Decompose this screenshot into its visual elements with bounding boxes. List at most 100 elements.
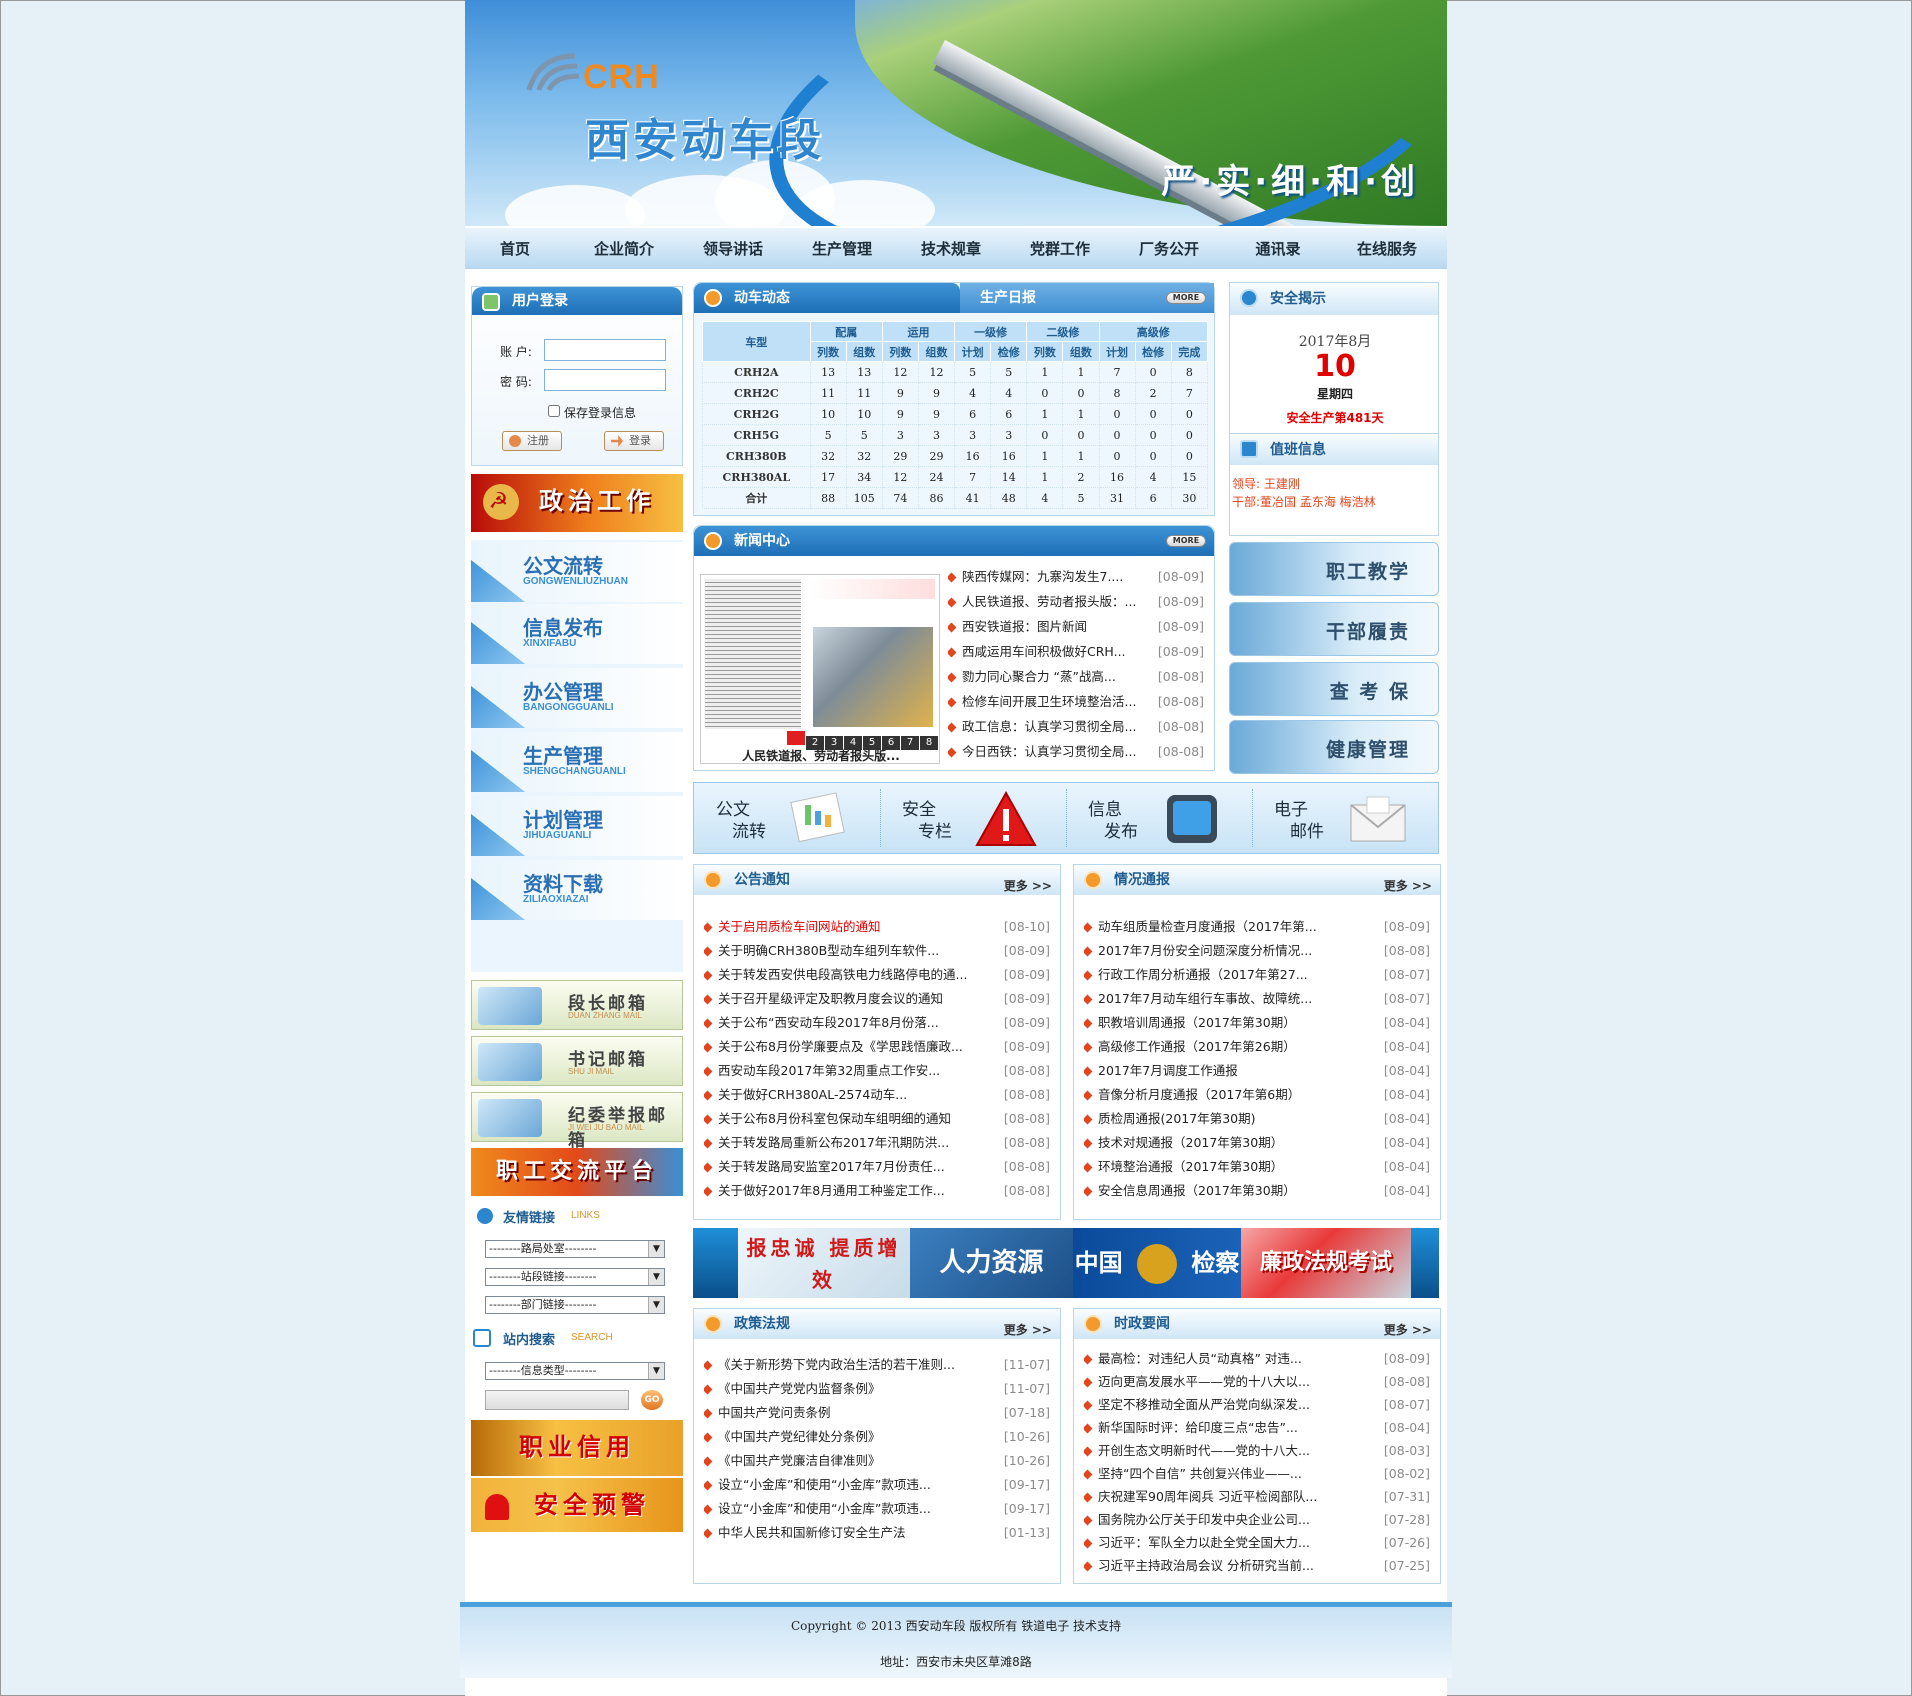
credit-banner[interactable]: 职业信用 xyxy=(471,1420,683,1476)
bureau-links-select[interactable]: --------路局处室-------- ▼ xyxy=(485,1240,665,1258)
list-item[interactable]: 中华人民共和国新修订安全生产法 [01-13] xyxy=(704,1521,1050,1545)
tab-train-dynamics[interactable]: 动车动态 xyxy=(694,283,960,313)
list-item[interactable]: 关于公布8月份科室包保动车组明细的通知 [08-08] xyxy=(704,1107,1050,1131)
nav-home[interactable]: 首页 xyxy=(470,228,560,271)
list-item[interactable]: 习近平：军队全力以赴全党全国大力... [07-26] xyxy=(1084,1531,1430,1554)
department-links-select[interactable]: --------部门链接-------- ▼ xyxy=(485,1296,665,1314)
list-item[interactable]: 关于明确CRH380B型动车组列车软件... [08-09] xyxy=(704,939,1050,963)
list-item[interactable]: 检修车间开展卫生环境整治活... [08-08] xyxy=(948,689,1204,714)
list-item[interactable]: 关于做好CRH380AL-2574动车... [08-08] xyxy=(704,1083,1050,1107)
ad-loyalty[interactable]: 报忠诚 提质增效 xyxy=(738,1228,910,1298)
list-item[interactable]: 关于公布“西安动车段2017年8月份落... [08-09] xyxy=(704,1011,1050,1035)
list-item[interactable]: 人民铁道报、劳动者报头版：... [08-09] xyxy=(948,589,1204,614)
list-item[interactable]: 2017年7月动车组行车事故、故障统... [08-07] xyxy=(1084,987,1430,1011)
list-item[interactable]: 《中国共产党党内监督条例》 [11-07] xyxy=(704,1377,1050,1401)
list-item[interactable]: 坚持“四个自信” 共创复兴伟业——... [08-02] xyxy=(1084,1462,1430,1485)
list-item[interactable]: 庆祝建军90周年阅兵 习近平检阅部队... [07-31] xyxy=(1084,1485,1430,1508)
staff-teaching-tile[interactable]: 职工教学 xyxy=(1229,542,1439,596)
secretary-mailbox[interactable]: 书记邮箱 SHU JI MAIL xyxy=(471,1036,683,1086)
newspaper-photo[interactable]: 2345678 人民铁道报、劳动者报头版... xyxy=(700,574,940,764)
discipline-report-mailbox[interactable]: 纪委举报邮箱 JI WEI JU BAO MAIL xyxy=(471,1092,683,1151)
list-item[interactable]: 高级修工作通报（2017年第26期） [08-04] xyxy=(1084,1035,1430,1059)
list-item[interactable]: 中国共产党问责条例 [07-18] xyxy=(704,1401,1050,1425)
account-input[interactable] xyxy=(544,339,666,361)
sidenav-production-management[interactable]: 生产管理 SHENGCHANGUANLI xyxy=(471,732,683,792)
sidenav-plan-management[interactable]: 计划管理 JIHUAGUANLI xyxy=(471,796,683,856)
search-go-button[interactable]: GO xyxy=(641,1390,663,1410)
list-item[interactable]: 今日西铁：认真学习贯彻全局... [08-08] xyxy=(948,739,1204,764)
sidenav-info-publish[interactable]: 信息发布 XINXIFABU xyxy=(471,604,683,664)
list-item[interactable]: 关于公布8月份学廉要点及《学思践悟廉政... [08-09] xyxy=(704,1035,1050,1059)
list-item[interactable]: 音像分析月度通报（2017年第6期） [08-04] xyxy=(1084,1083,1430,1107)
list-item[interactable]: 习近平主持政治局会议 分析研究当前... [07-25] xyxy=(1084,1554,1430,1577)
nav-directory[interactable]: 通讯录 xyxy=(1233,228,1323,271)
station-links-select[interactable]: --------站段链接-------- ▼ xyxy=(485,1268,665,1286)
info-type-select[interactable]: --------信息类型-------- ▼ xyxy=(485,1362,665,1380)
list-item[interactable]: 职教培训周通报（2017年第30期） [08-04] xyxy=(1084,1011,1430,1035)
sidenav-downloads[interactable]: 资料下载 ZILIAOXIAZAI xyxy=(471,860,683,920)
health-management-tile[interactable]: 健康管理 xyxy=(1229,720,1439,774)
list-item[interactable]: 关于转发路局安监室2017年7月份责任... [08-08] xyxy=(704,1155,1050,1179)
tab-production-daily[interactable]: 生产日报 MORE xyxy=(960,283,1214,313)
list-item[interactable]: 勠力同心聚合力 “蒸”战高... [08-08] xyxy=(948,664,1204,689)
list-item[interactable]: 2017年7月调度工作通报 [08-04] xyxy=(1084,1059,1430,1083)
register-button[interactable]: 注册 xyxy=(502,431,562,451)
list-item[interactable]: 关于转发西安供电段高铁电力线路停电的通... [08-09] xyxy=(704,963,1050,987)
list-item[interactable]: 设立“小金库”和使用“小金库”款项违... [09-17] xyxy=(704,1497,1050,1521)
nav-speeches[interactable]: 领导讲话 xyxy=(688,228,778,271)
pager-active[interactable] xyxy=(787,731,805,745)
news-more-button[interactable]: MORE xyxy=(1166,535,1206,547)
report-more-link[interactable]: 更多 >> xyxy=(1384,871,1432,901)
nav-party[interactable]: 党群工作 xyxy=(1015,228,1105,271)
notice-more-link[interactable]: 更多 >> xyxy=(1004,871,1052,901)
inspection-tile[interactable]: 查 考 保 xyxy=(1229,662,1439,716)
list-item[interactable]: 政工信息：认真学习贯彻全局... [08-08] xyxy=(948,714,1204,739)
sidenav-document-flow[interactable]: 公文流转 GONGWENLIUZHUAN xyxy=(471,542,683,602)
list-item[interactable]: 《中国共产党纪律处分条例》 [10-26] xyxy=(704,1425,1050,1449)
ad-procuratorate[interactable]: 中国 检察 xyxy=(1073,1228,1241,1298)
list-item[interactable]: 环境整治通报（2017年第30期） [08-04] xyxy=(1084,1155,1430,1179)
list-item[interactable]: 关于做好2017年8月通用工种鉴定工作... [08-08] xyxy=(704,1179,1050,1203)
more-button[interactable]: MORE xyxy=(1166,292,1206,304)
list-item[interactable]: 西咸运用车间积极做好CRH... [08-09] xyxy=(948,639,1204,664)
sidenav-office-management[interactable]: 办公管理 BANGONGGUANLI xyxy=(471,668,683,728)
ad-human-resources[interactable]: 人力资源 xyxy=(910,1228,1073,1298)
login-button[interactable]: 登录 xyxy=(604,431,664,451)
list-item[interactable]: 国务院办公厅关于印发中央企业公司... [07-28] xyxy=(1084,1508,1430,1531)
quick-safety-column[interactable]: 安全 专栏 xyxy=(880,783,1065,853)
staff-forum-banner[interactable]: 职工交流平台 xyxy=(471,1148,683,1196)
list-item[interactable]: 坚定不移推动全面从严治党向纵深发... [08-07] xyxy=(1084,1393,1430,1416)
nav-company[interactable]: 企业简介 xyxy=(579,228,669,271)
list-item[interactable]: 西安铁道报：图片新闻 [08-09] xyxy=(948,614,1204,639)
list-item[interactable]: 安全信息周通报（2017年第30期） [08-04] xyxy=(1084,1179,1430,1203)
list-item[interactable]: 《关于新形势下党内政治生活的若干准则... [11-07] xyxy=(704,1353,1050,1377)
quick-email[interactable]: 电子 邮件 xyxy=(1252,783,1437,853)
list-item[interactable]: 西安动车段2017年第32周重点工作安... [08-08] xyxy=(704,1059,1050,1083)
nav-tech-rules[interactable]: 技术规章 xyxy=(906,228,996,271)
list-item[interactable]: 质检周通报(2017年第30期) [08-04] xyxy=(1084,1107,1430,1131)
safety-warning-banner[interactable]: 安全预警 xyxy=(471,1478,683,1532)
list-item[interactable]: 动车组质量检查月度通报（2017年第... [08-09] xyxy=(1084,915,1430,939)
nav-affairs[interactable]: 厂务公开 xyxy=(1124,228,1214,271)
list-item[interactable]: 《中国共产党廉洁自律准则》 [10-26] xyxy=(704,1449,1050,1473)
list-item[interactable]: 关于召开星级评定及职教月度会议的通知 [08-09] xyxy=(704,987,1050,1011)
remember-checkbox[interactable] xyxy=(548,405,560,417)
politics-banner[interactable]: ☭ 政治工作 xyxy=(471,474,683,532)
list-item[interactable]: 2017年7月份安全问题深度分析情况... [08-08] xyxy=(1084,939,1430,963)
list-item[interactable]: 最高检：对违纪人员“动真格” 对违... [08-09] xyxy=(1084,1347,1430,1370)
politics-more-link[interactable]: 更多 >> xyxy=(1384,1315,1432,1345)
list-item[interactable]: 关于转发路局重新公布2017年汛期防洪... [08-08] xyxy=(704,1131,1050,1155)
quick-info-publish[interactable]: 信息 发布 xyxy=(1066,783,1251,853)
list-item[interactable]: 关于启用质检车间网站的通知 [08-10] xyxy=(704,915,1050,939)
nav-production[interactable]: 生产管理 xyxy=(797,228,887,271)
policy-more-link[interactable]: 更多 >> xyxy=(1004,1315,1052,1345)
search-input[interactable] xyxy=(485,1390,629,1410)
nav-online-service[interactable]: 在线服务 xyxy=(1342,228,1432,271)
list-item[interactable]: 设立“小金库”和使用“小金库”款项违... [09-17] xyxy=(704,1473,1050,1497)
ad-integrity-exam[interactable]: 廉政法规考试 xyxy=(1241,1228,1411,1298)
list-item[interactable]: 新华国际时评：给印度三点“忠告”... [08-04] xyxy=(1084,1416,1430,1439)
director-mailbox[interactable]: 段长邮箱 DUAN ZHANG MAIL xyxy=(471,980,683,1030)
list-item[interactable]: 陕西传媒网：九寨沟发生7.... [08-09] xyxy=(948,564,1204,589)
cadre-duty-tile[interactable]: 干部履责 xyxy=(1229,602,1439,656)
list-item[interactable]: 迈向更高发展水平——党的十八大以... [08-08] xyxy=(1084,1370,1430,1393)
